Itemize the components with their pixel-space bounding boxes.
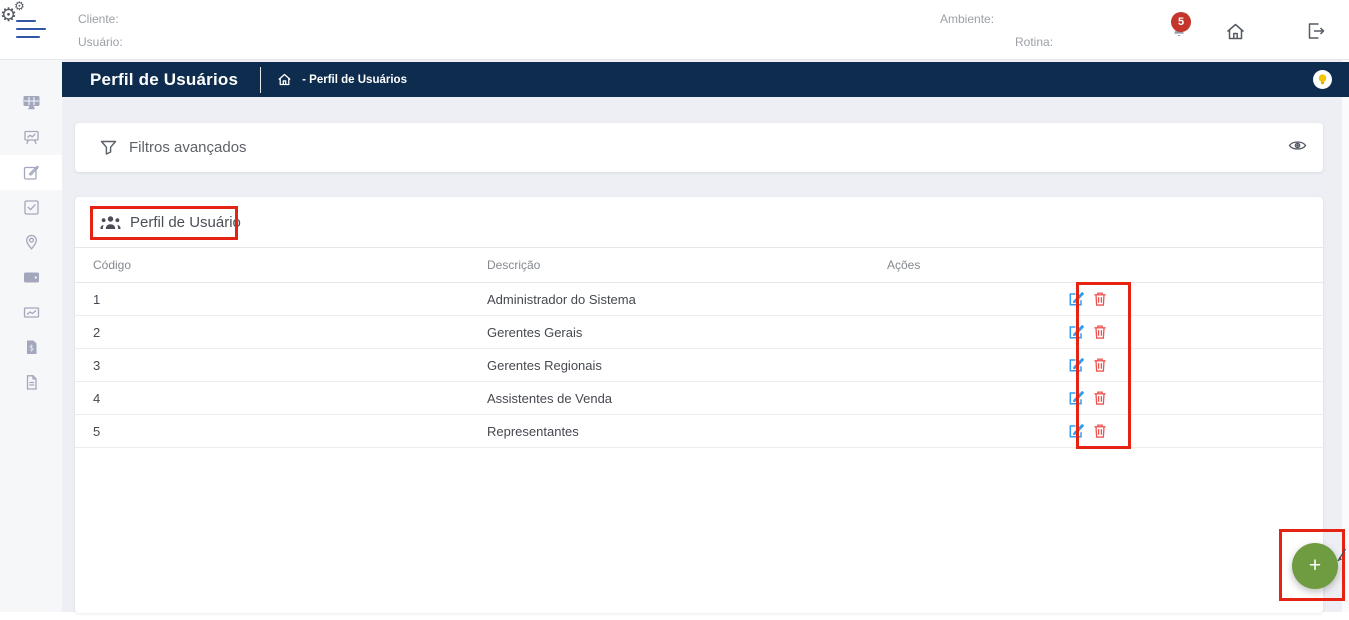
header-divider [260,67,261,93]
cell-codigo: 5 [75,424,487,439]
delete-button[interactable] [1093,390,1107,406]
table-row: 2 Gerentes Gerais [75,316,1323,349]
check-square-icon [22,198,41,217]
user-profile-panel: Perfil de Usuário Código Descrição Ações… [75,197,1323,613]
lightbulb-icon [1316,73,1329,86]
advanced-filters-label: Filtros avançados [129,139,247,156]
toggle-visibility-button[interactable] [1288,139,1307,157]
plus-icon: + [1309,554,1321,578]
breadcrumb-home-button[interactable] [277,72,292,87]
trash-icon [1093,291,1107,307]
sidebar-item-compose-active[interactable] [0,155,62,190]
cell-descricao: Administrador do Sistema [487,292,887,307]
ambiente-label: Ambiente: [940,12,994,26]
trash-icon [1093,423,1107,439]
edit-button[interactable] [1068,390,1084,406]
edit-icon [1068,324,1084,340]
location-pin-icon [22,233,41,252]
mouse-cursor [1334,548,1347,568]
panel-title-group: Perfil de Usuário [100,197,241,248]
gear-small-icon: ⚙ [14,0,25,12]
trash-icon [1093,324,1107,340]
cell-codigo: 4 [75,391,487,406]
breadcrumb: - Perfil de Usuários [302,74,407,86]
delete-button[interactable] [1093,423,1107,439]
home-button[interactable] [1225,21,1247,43]
notifications-button[interactable]: 5 [1168,14,1190,36]
sidebar-item-locations[interactable] [0,225,62,260]
sidebar-item-presentation-chart[interactable] [0,120,62,155]
edit-icon [1068,390,1084,406]
invoice-money-icon: $ [22,338,41,357]
edit-button[interactable] [1068,357,1084,373]
column-header-codigo: Código [75,258,487,272]
help-tip-button[interactable] [1313,70,1332,89]
sidebar-item-wallet[interactable] [0,260,62,295]
edit-button[interactable] [1068,423,1084,439]
notification-badge: 5 [1171,12,1191,32]
rotina-label: Rotina: [1015,35,1053,49]
dashboard-panel-icon [22,93,41,112]
cell-codigo: 2 [75,325,487,340]
document-icon [22,373,41,392]
sidebar-item-invoice[interactable]: $ [0,330,62,365]
add-profile-fab[interactable]: + [1292,543,1338,589]
usuario-label: Usuário: [78,35,123,49]
sidebar-item-dashboard-panel[interactable] [0,85,62,120]
sidebar-item-sales-chart[interactable] [0,295,62,330]
sidebar-nav: $ [0,60,62,612]
svg-text:$: $ [29,343,34,352]
table-header-row: Código Descrição Ações [75,248,1323,283]
cell-codigo: 3 [75,358,487,373]
logout-icon [1306,28,1326,45]
table-row: 5 Representantes [75,415,1323,448]
logout-button[interactable] [1306,21,1328,43]
edit-button[interactable] [1068,324,1084,340]
presentation-chart-icon [22,128,41,147]
trash-icon [1093,390,1107,406]
page-header-bar: Perfil de Usuários - Perfil de Usuários [62,62,1349,97]
edit-icon [1068,291,1084,307]
cell-descricao: Gerentes Regionais [487,358,887,373]
cell-descricao: Assistentes de Venda [487,391,887,406]
table-row: 3 Gerentes Regionais [75,349,1323,382]
trash-icon [1093,357,1107,373]
page-title: Perfil de Usuários [90,70,238,90]
table-row: 1 Administrador do Sistema [75,283,1323,316]
top-bar: Cliente: Usuário: Ambiente: Rotina: 5 ⚙ … [0,0,1349,60]
advanced-filters-bar[interactable]: Filtros avançados [75,123,1323,172]
panel-header: Perfil de Usuário [75,197,1323,248]
scrollbar-track[interactable] [1342,60,1349,612]
home-icon [1225,29,1246,46]
column-header-acoes: Ações [887,258,1323,272]
user-group-icon [100,215,121,230]
edit-icon [1068,357,1084,373]
delete-button[interactable] [1093,291,1107,307]
table-row: 4 Assistentes de Venda [75,382,1323,415]
delete-button[interactable] [1093,324,1107,340]
menu-icon[interactable] [16,18,48,42]
compose-edit-icon [22,163,41,182]
sidebar-item-tasks[interactable] [0,190,62,225]
edit-button[interactable] [1068,291,1084,307]
cell-descricao: Representantes [487,424,887,439]
filter-icon [100,140,117,156]
cell-codigo: 1 [75,292,487,307]
eye-icon [1288,139,1307,152]
breadcrumb-home-icon [277,72,292,87]
sidebar-item-document[interactable] [0,365,62,400]
delete-button[interactable] [1093,357,1107,373]
sales-chart-icon [22,303,41,322]
panel-title: Perfil de Usuário [130,214,241,231]
cell-descricao: Gerentes Gerais [487,325,887,340]
column-header-descricao: Descrição [487,258,887,272]
edit-icon [1068,423,1084,439]
wallet-icon [22,268,41,287]
cliente-label: Cliente: [78,12,119,26]
